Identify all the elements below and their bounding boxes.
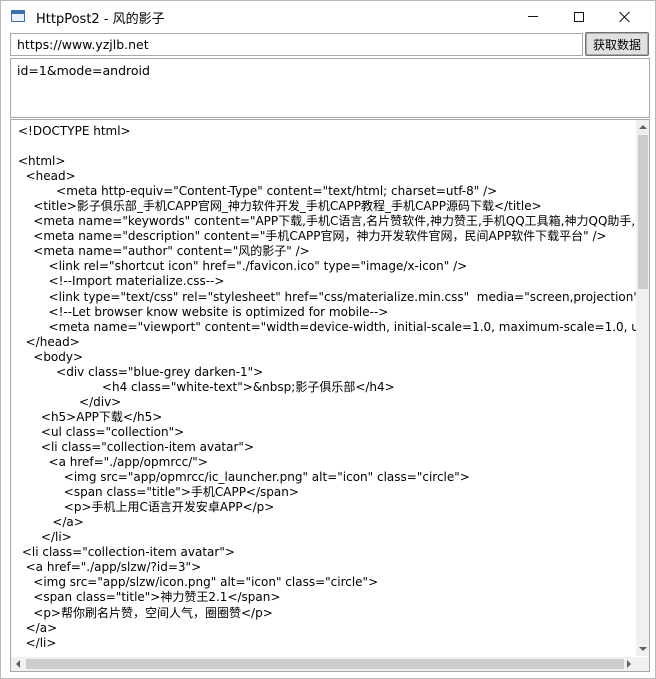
response-line: <img src="app/opmrcc/ic_launcher.png" al… [18, 470, 470, 485]
scroll-down-button[interactable] [636, 642, 649, 656]
response-line: <span class="title">神力赞王2.1</span> [18, 590, 281, 605]
scrollbar-corner [636, 657, 649, 671]
response-line: <h4 class="white-text">&nbsp;影子俱乐部</h4> [18, 379, 395, 394]
response-line [18, 139, 638, 154]
response-line: </a> [18, 620, 58, 635]
response-line: <h5>APP下载</h5> [18, 409, 163, 424]
response-line: <meta name="description" content="手机CAPP… [18, 229, 607, 244]
post-params-input[interactable] [10, 58, 650, 118]
response-line: <link type="text/css" rel="stylesheet" h… [18, 289, 638, 304]
vertical-scrollbar[interactable] [636, 120, 649, 656]
response-content: <!DOCTYPE html> <html> <head> <meta http… [18, 124, 638, 652]
response-line: <div class="blue-grey darken-1"> [18, 364, 264, 379]
fetch-data-button[interactable]: 获取数据 [585, 32, 649, 56]
response-line: <title>影子俱乐部_手机CAPP官网_神力软件开发_手机CAPP教程_手机… [18, 199, 542, 214]
arrow-down-icon [639, 647, 647, 651]
response-line: <li class="collection-item avatar"> [18, 439, 254, 454]
horizontal-scrollbar[interactable] [11, 657, 636, 671]
close-icon [619, 11, 631, 23]
response-line: <ul class="collection"> [18, 424, 185, 439]
response-line: <link rel="shortcut icon" href="./favico… [18, 259, 468, 274]
minimize-button[interactable] [510, 1, 556, 32]
vertical-scroll-thumb[interactable] [638, 135, 648, 289]
response-line: </head> [18, 334, 80, 349]
window-title: HttpPost2 - 风的影子 [36, 12, 165, 27]
response-line: </a> [18, 515, 84, 530]
response-line: <a href="./app/slzw/?id=3"> [18, 560, 202, 575]
response-line: <li class="collection-item avatar"> [18, 545, 235, 560]
response-line: <p>帮你刷名片赞，空间人气，圈圈赞</p> [18, 605, 273, 620]
response-line: <meta name="viewport" content="width=dev… [18, 319, 638, 334]
response-line: <meta http-equiv="Content-Type" content=… [18, 184, 498, 199]
response-line: </li> [18, 635, 57, 650]
response-line: <img src="app/slzw/icon.png" alt="icon" … [18, 575, 379, 590]
response-line: </div> [18, 394, 122, 409]
maximize-icon [574, 11, 584, 22]
response-line: <p>手机上用C语言开发安卓APP</p> [18, 500, 275, 515]
horizontal-scroll-thumb[interactable] [26, 659, 624, 669]
arrow-up-icon [639, 125, 647, 129]
arrow-left-icon [16, 660, 20, 668]
response-line: <head> [18, 169, 76, 184]
response-line: <span class="title">手机CAPP</span> [18, 485, 299, 500]
response-line: <!--Let browser know website is optimize… [18, 304, 389, 319]
close-button[interactable] [602, 1, 648, 32]
app-window: HttpPost2 - 风的影子 获取数据 <!DOCTYPE html> <h… [0, 0, 656, 679]
response-textarea[interactable]: <!DOCTYPE html> <html> <head> <meta http… [10, 119, 650, 672]
scroll-left-button[interactable] [11, 657, 25, 671]
response-line: <!--Import materialize.css--> [18, 274, 225, 289]
response-line: <meta name="keywords" content="APP下载,手机C… [18, 214, 638, 229]
response-line: <a href="./app/opmrcc/"> [18, 455, 208, 470]
minimize-icon [528, 16, 538, 17]
response-line: <body> [18, 349, 84, 364]
window-app-icon [11, 10, 25, 22]
response-line: </li> [18, 530, 72, 545]
maximize-button[interactable] [556, 1, 602, 32]
arrow-right-icon [627, 660, 631, 668]
url-input[interactable] [10, 33, 583, 56]
response-line: <html> [18, 154, 66, 169]
response-line: <meta name="author" content="风的影子" /> [18, 244, 310, 259]
title-bar[interactable]: HttpPost2 - 风的影子 [1, 1, 655, 32]
scroll-up-button[interactable] [636, 120, 649, 134]
response-line: <li class="collection-item avatar"> [18, 651, 638, 652]
response-line: <!DOCTYPE html> [18, 124, 131, 138]
scroll-right-button[interactable] [622, 657, 636, 671]
